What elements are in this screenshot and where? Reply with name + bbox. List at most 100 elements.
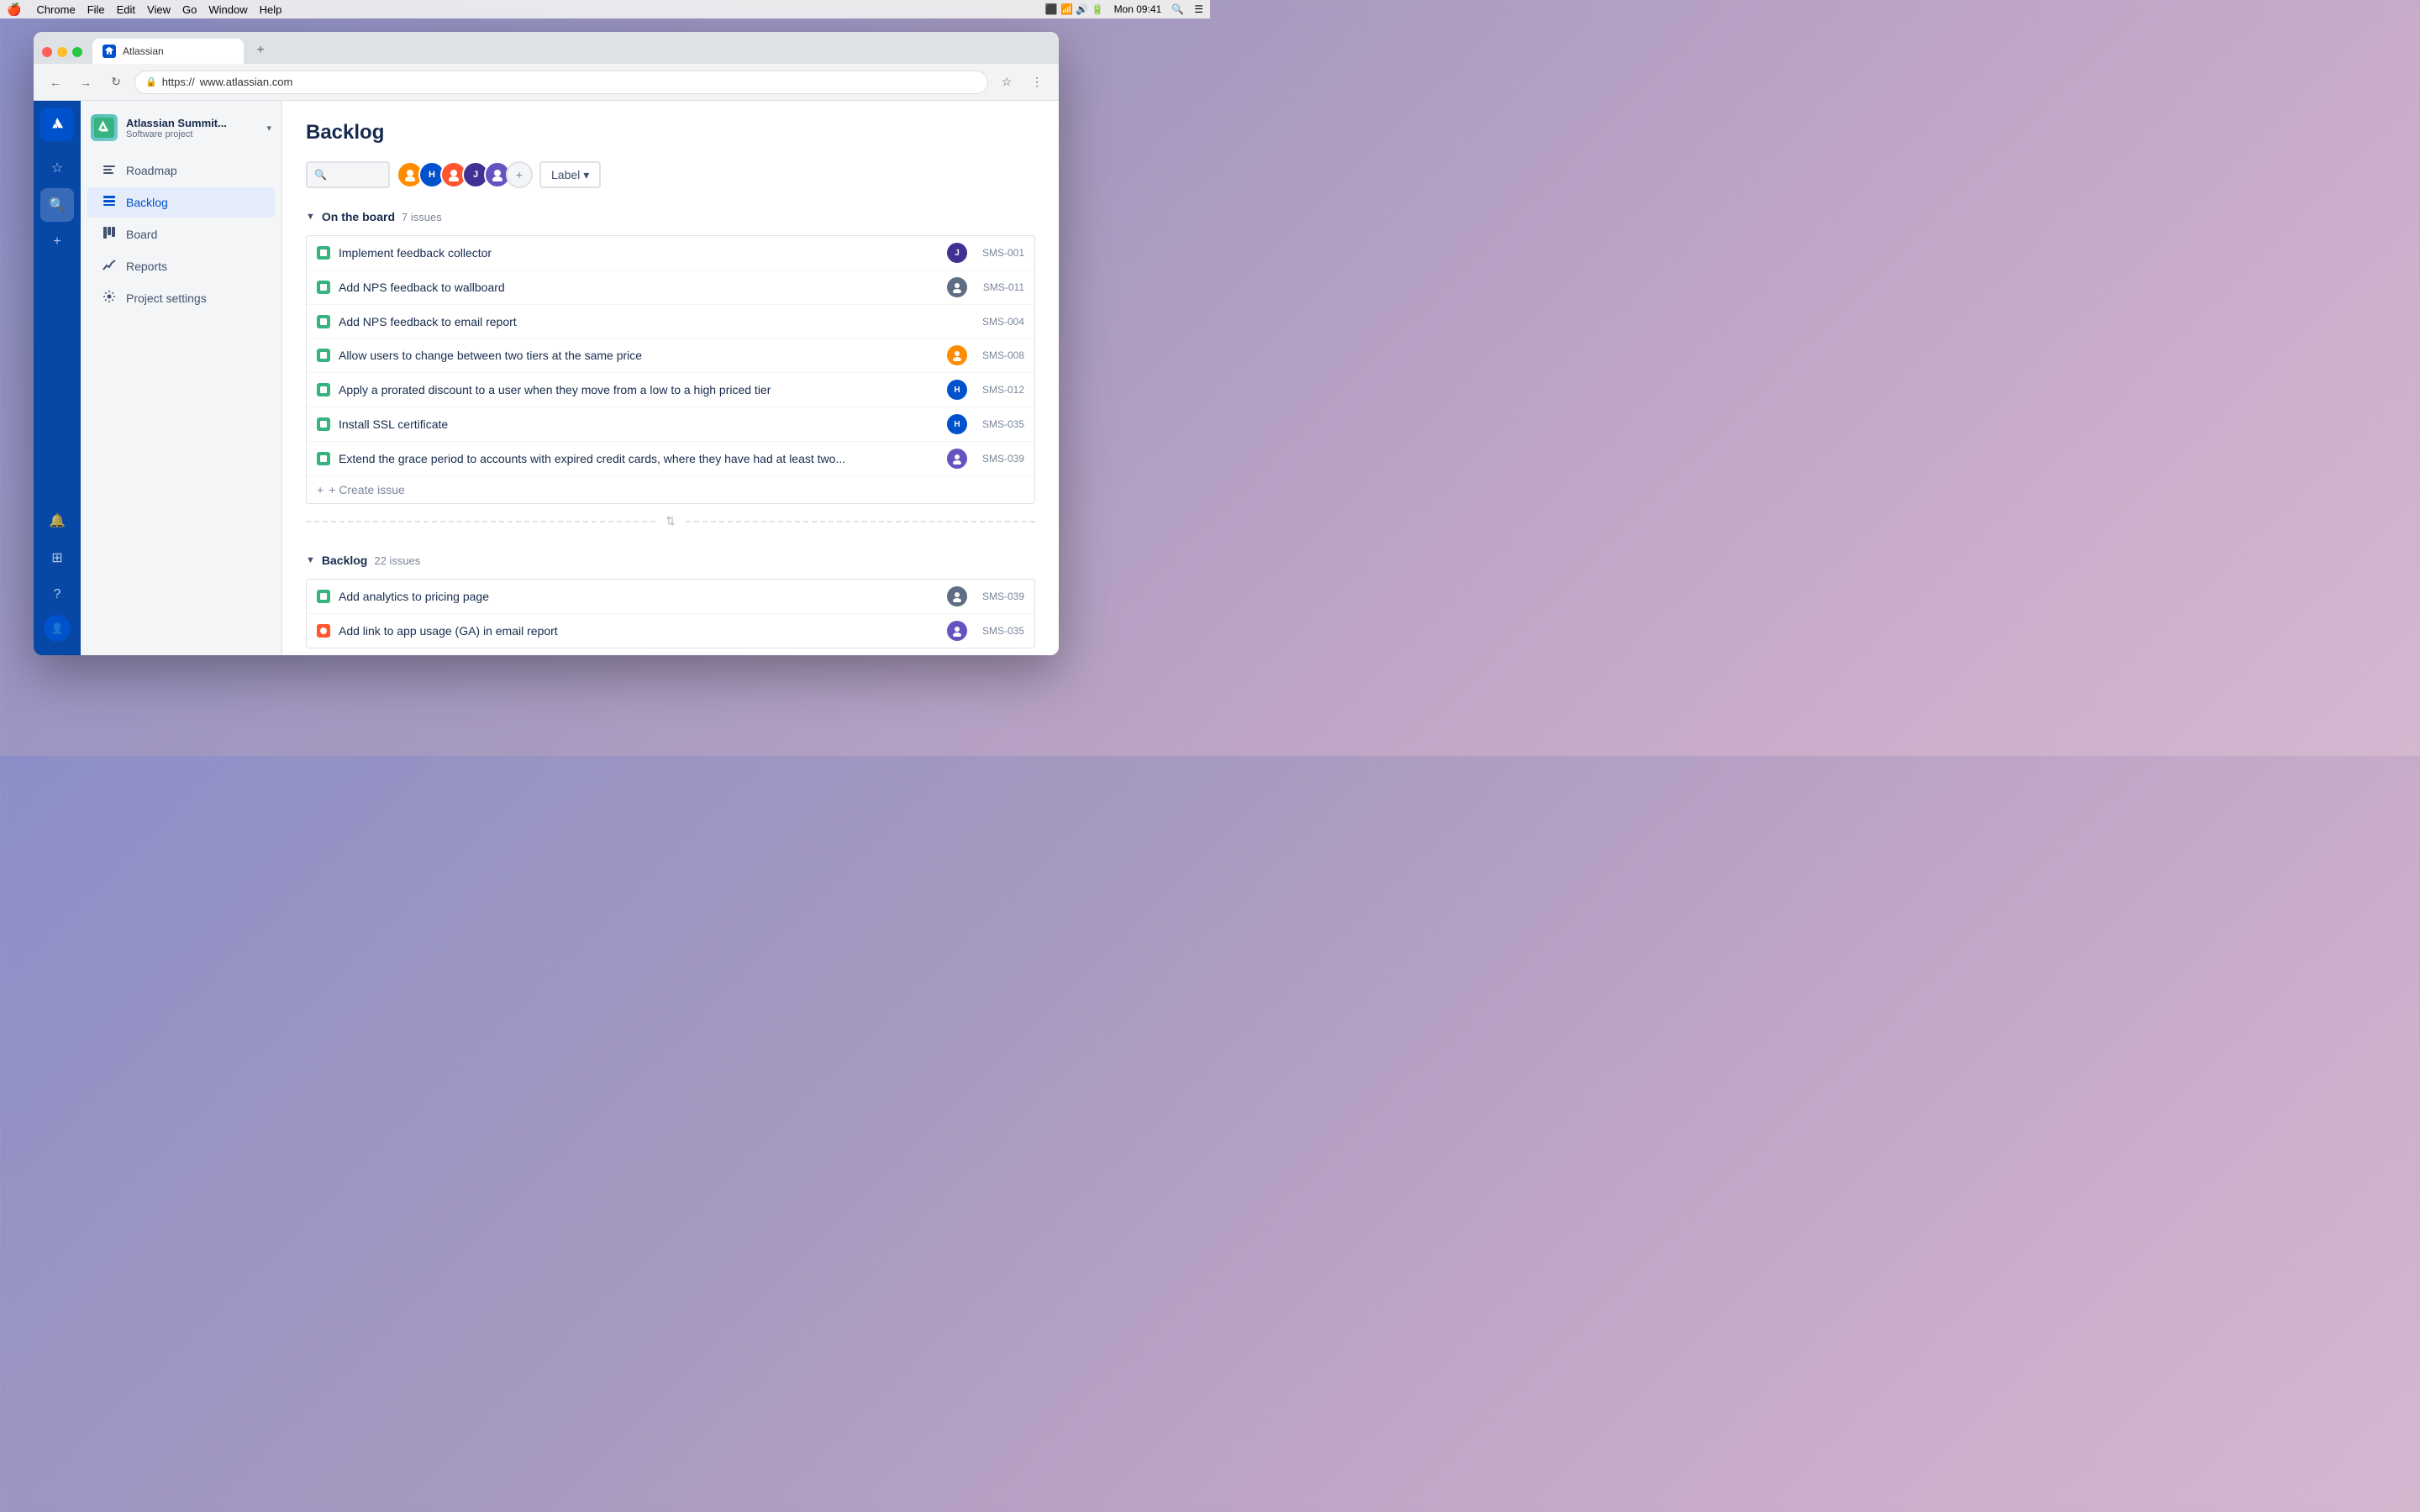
table-row[interactable]: Add link to app usage (GA) in email repo… xyxy=(307,614,1034,648)
issue-title: Implement feedback collector xyxy=(339,246,939,260)
label-filter-button[interactable]: Label ▾ xyxy=(539,161,601,188)
issue-title: Allow users to change between two tiers … xyxy=(339,349,939,362)
issue-avatar xyxy=(947,621,967,641)
tab-bar: Atlassian + xyxy=(34,32,1059,64)
issue-type-icon xyxy=(317,281,330,294)
forward-button[interactable]: → xyxy=(74,71,97,94)
chrome-menu[interactable]: Chrome xyxy=(36,3,75,16)
url-domain: www.atlassian.com xyxy=(200,76,293,88)
rail-notifications[interactable]: 🔔 xyxy=(40,504,74,538)
menubar-search-icon[interactable]: 🔍 xyxy=(1171,3,1184,15)
avatar-add-button[interactable]: + xyxy=(506,161,533,188)
table-row[interactable]: Allow users to change between two tiers … xyxy=(307,339,1034,373)
apple-menu[interactable]: 🍎 xyxy=(7,3,21,17)
issue-avatar xyxy=(947,449,967,469)
issue-title: Extend the grace period to accounts with… xyxy=(339,452,939,465)
issue-id: SMS-035 xyxy=(974,418,1024,430)
issue-right: SMS-039 xyxy=(947,586,1024,606)
table-row[interactable]: Implement feedback collector J SMS-001 xyxy=(307,236,1034,270)
go-menu[interactable]: Go xyxy=(182,3,197,16)
file-menu[interactable]: File xyxy=(87,3,105,16)
edit-menu[interactable]: Edit xyxy=(117,3,135,16)
new-tab-button[interactable]: + xyxy=(249,39,272,62)
issue-type-icon xyxy=(317,452,330,465)
issue-right: SMS-011 xyxy=(947,277,1024,297)
issue-right: SMS-035 xyxy=(947,621,1024,641)
rail-create[interactable]: + xyxy=(40,225,74,259)
project-type: Software project xyxy=(126,129,258,139)
browser-window: Atlassian + ← → ↻ 🔒 https:// www.atlassi… xyxy=(34,32,1059,655)
table-row[interactable]: Install SSL certificate H SMS-035 xyxy=(307,407,1034,442)
on-the-board-section: ▼ On the board 7 issues Implement feedba… xyxy=(306,205,1035,528)
sidebar: Atlassian Summit... Software project ▾ R… xyxy=(81,101,282,655)
browser-tab[interactable]: Atlassian xyxy=(92,39,244,64)
sidebar-item-board[interactable]: Board xyxy=(87,219,275,249)
on-the-board-count: 7 issues xyxy=(402,211,442,223)
backlog-section: ▼ Backlog 22 issues Add analytics to pri… xyxy=(306,549,1035,648)
minimize-button[interactable] xyxy=(57,47,67,57)
roadmap-label: Roadmap xyxy=(126,164,177,177)
maximize-button[interactable] xyxy=(72,47,82,57)
divider-line-right xyxy=(686,521,1035,522)
rail-search[interactable]: 🔍 xyxy=(40,188,74,222)
issue-title: Add link to app usage (GA) in email repo… xyxy=(339,624,939,638)
sidebar-item-roadmap[interactable]: Roadmap xyxy=(87,155,275,186)
rail-apps[interactable]: ⊞ xyxy=(40,541,74,575)
rail-starred[interactable]: ☆ xyxy=(40,151,74,185)
project-name: Atlassian Summit... xyxy=(126,117,258,129)
reports-icon xyxy=(101,258,118,275)
more-button[interactable]: ⋮ xyxy=(1025,71,1049,94)
issue-type-icon xyxy=(317,315,330,328)
issue-right: SMS-004 xyxy=(974,316,1024,328)
on-the-board-header: ▼ On the board 7 issues xyxy=(306,205,1035,228)
sidebar-item-backlog[interactable]: Backlog xyxy=(87,187,275,218)
rail-user-avatar[interactable]: 👤 xyxy=(44,615,71,642)
backlog-section-header: ▼ Backlog 22 issues xyxy=(306,549,1035,572)
issue-right: H SMS-012 xyxy=(947,380,1024,400)
issue-title: Add NPS feedback to email report xyxy=(339,315,965,328)
backlog-count: 22 issues xyxy=(374,554,420,567)
table-row[interactable]: Add NPS feedback to wallboard SMS-011 xyxy=(307,270,1034,305)
bookmark-button[interactable]: ☆ xyxy=(995,71,1018,94)
issue-avatar: H xyxy=(947,380,967,400)
help-menu[interactable]: Help xyxy=(260,3,282,16)
issue-type-icon xyxy=(317,624,330,638)
address-input[interactable]: 🔒 https:// www.atlassian.com xyxy=(134,71,988,94)
divider-handle[interactable]: ⇅ xyxy=(655,514,686,528)
window-menu[interactable]: Window xyxy=(208,3,247,16)
table-row[interactable]: Add NPS feedback to email report SMS-004 xyxy=(307,305,1034,339)
close-button[interactable] xyxy=(42,47,52,57)
issue-id: SMS-035 xyxy=(974,625,1024,637)
tab-favicon xyxy=(103,45,116,58)
traffic-lights xyxy=(42,47,82,64)
table-row[interactable]: Apply a prorated discount to a user when… xyxy=(307,373,1034,407)
backlog-chevron[interactable]: ▼ xyxy=(306,555,315,565)
rail-help[interactable]: ? xyxy=(40,578,74,612)
view-menu[interactable]: View xyxy=(147,3,171,16)
sidebar-item-settings[interactable]: Project settings xyxy=(87,283,275,313)
create-issue-button[interactable]: + + Create issue xyxy=(307,476,1034,503)
back-button[interactable]: ← xyxy=(44,71,67,94)
on-the-board-title: On the board xyxy=(322,210,395,223)
on-the-board-chevron[interactable]: ▼ xyxy=(306,212,315,222)
project-header[interactable]: Atlassian Summit... Software project ▾ xyxy=(81,108,281,148)
search-box[interactable]: 🔍 xyxy=(306,161,390,188)
refresh-button[interactable]: ↻ xyxy=(104,71,128,94)
issue-avatar xyxy=(947,586,967,606)
menubar-controls-icon[interactable]: ☰ xyxy=(1194,3,1203,15)
project-icon xyxy=(91,114,118,141)
tab-title: Atlassian xyxy=(123,45,164,57)
issue-right: H SMS-035 xyxy=(947,414,1024,434)
table-row[interactable]: Add analytics to pricing page SMS-039 xyxy=(307,580,1034,614)
atlassian-logo[interactable] xyxy=(40,108,74,141)
project-chevron-icon: ▾ xyxy=(266,123,271,134)
menubar-left: 🍎 Chrome File Edit View Go Window Help xyxy=(7,3,281,17)
issue-type-icon xyxy=(317,417,330,431)
issue-type-icon xyxy=(317,383,330,396)
table-row[interactable]: Extend the grace period to accounts with… xyxy=(307,442,1034,476)
sidebar-item-reports[interactable]: Reports xyxy=(87,251,275,281)
issue-type-icon xyxy=(317,246,330,260)
issue-title: Add NPS feedback to wallboard xyxy=(339,281,939,294)
roadmap-icon xyxy=(101,162,118,179)
issue-id: SMS-011 xyxy=(974,281,1024,293)
